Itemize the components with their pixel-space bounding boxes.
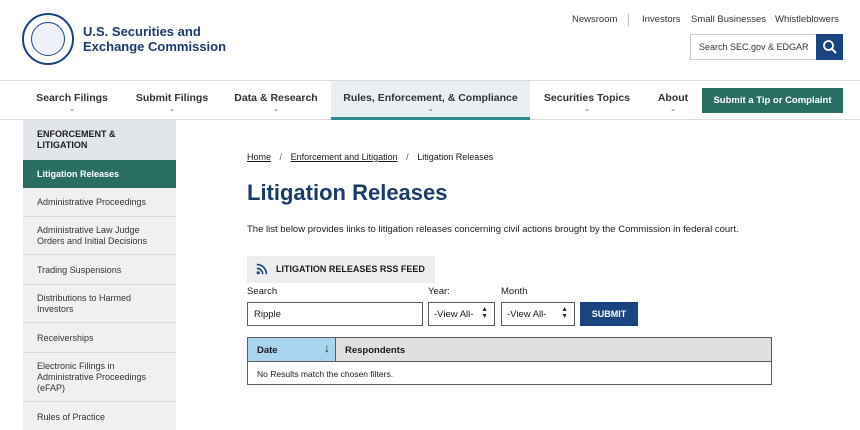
nav-label: Securities Topics <box>543 92 631 104</box>
nav-label: Rules, Enforcement, & Compliance <box>343 92 518 104</box>
utility-divider <box>628 14 629 26</box>
rss-feed-label: LITIGATION RELEASES RSS FEED <box>276 264 425 274</box>
empty-results-message: No Results match the chosen filters. <box>257 369 394 379</box>
sidebar-item-litigation-releases[interactable]: Litigation Releases <box>23 160 176 188</box>
search-input[interactable]: Ripple <box>247 302 423 326</box>
column-header-respondents[interactable]: Respondents <box>336 338 771 362</box>
column-header-date[interactable]: Date ↓ <box>248 338 336 362</box>
chevron-down-icon: ⌄ <box>427 106 434 113</box>
utility-link-newsroom[interactable]: Newsroom <box>572 14 617 25</box>
sidebar-item-label: Electronic Filings in <box>37 361 115 371</box>
nav-label: About <box>657 92 689 104</box>
sidebar-item-label-line3: (eFAP) <box>37 383 66 393</box>
month-select[interactable]: -View All- ▲ ▼ <box>501 302 575 326</box>
agency-name-line1: U.S. Securities and <box>83 24 201 39</box>
nav-search-filings[interactable]: Search Filings ⌄ <box>24 81 120 120</box>
chevron-down-icon: ⌄ <box>169 106 175 113</box>
sidebar-item-label: Administrative Law Judge <box>37 225 140 235</box>
sidebar-item-label: Administrative Proceedings <box>37 197 147 207</box>
utility-link-small-businesses[interactable]: Small Businesses <box>691 14 766 25</box>
nav-label: Search Filings <box>36 92 108 104</box>
sidebar-item-distributions[interactable]: Distributions to Harmed Investors <box>23 285 176 323</box>
year-label: Year: <box>428 286 450 297</box>
sidebar-item-label-line2: Administrative Proceedings <box>37 372 147 382</box>
chevron-down-icon: ⌄ <box>69 106 75 113</box>
submit-button[interactable]: SUBMIT <box>580 302 638 326</box>
sidebar-item-label: Litigation Releases <box>37 169 120 179</box>
site-search-button[interactable] <box>816 34 843 60</box>
year-select-value: -View All- <box>434 309 474 320</box>
intro-text: The list below provides links to litigat… <box>247 224 739 235</box>
sort-down-arrow-icon: ↓ <box>324 341 330 355</box>
nav-rules-enforcement-compliance[interactable]: Rules, Enforcement, & Compliance ⌄ <box>331 81 530 120</box>
chevron-down-icon: ⌄ <box>273 106 279 113</box>
nav-securities-topics[interactable]: Securities Topics ⌄ <box>534 81 640 120</box>
eagle-icon <box>31 22 65 56</box>
month-label: Month <box>501 286 528 297</box>
main-navigation: Search Filings ⌄ Submit Filings ⌄ Data &… <box>0 80 860 120</box>
sidebar-item-alj-orders[interactable]: Administrative Law Judge Orders and Init… <box>23 217 176 255</box>
sec-seal-logo[interactable] <box>22 13 74 65</box>
breadcrumb-parent-link[interactable]: Enforcement and Litigation <box>291 152 398 162</box>
year-select[interactable]: -View All- ▲ ▼ <box>428 302 495 326</box>
up-down-arrows-icon: ▲ ▼ <box>561 306 568 320</box>
nav-label: Submit Filings <box>135 92 209 104</box>
sidebar: ENFORCEMENT & LITIGATION Litigation Rele… <box>0 120 176 430</box>
chevron-down-icon: ⌄ <box>670 106 676 113</box>
breadcrumb-separator: / <box>406 152 409 162</box>
sidebar-item-trading-suspensions[interactable]: Trading Suspensions <box>23 255 176 285</box>
sidebar-item-label-line2: Orders and Initial Decisions <box>37 236 148 246</box>
nav-data-research[interactable]: Data & Research ⌄ <box>224 81 328 120</box>
breadcrumb-home-link[interactable]: Home <box>247 152 271 162</box>
sidebar-item-efap[interactable]: Electronic Filings in Administrative Pro… <box>23 353 176 402</box>
search-label: Search <box>247 286 278 297</box>
rss-icon <box>256 263 268 275</box>
up-down-arrows-icon: ▲ ▼ <box>481 306 488 320</box>
sidebar-item-label: Trading Suspensions <box>37 265 122 275</box>
breadcrumb-separator: / <box>279 152 283 162</box>
chevron-down-icon: ⌄ <box>584 106 590 113</box>
page-title: Litigation Releases <box>247 180 448 205</box>
column-header-label: Date <box>257 345 278 356</box>
breadcrumb: Home / Enforcement and Litigation / Liti… <box>247 152 493 162</box>
sidebar-heading[interactable]: ENFORCEMENT & LITIGATION <box>23 120 176 160</box>
submit-tip-button[interactable]: Submit a Tip or Complaint <box>702 88 843 113</box>
sidebar-heading-line2: LITIGATION <box>37 140 88 150</box>
nav-submit-filings[interactable]: Submit Filings ⌄ <box>124 81 220 120</box>
nav-about[interactable]: About ⌄ <box>648 81 698 120</box>
sidebar-item-label: Receiverships <box>37 333 94 343</box>
sidebar-heading-line1: ENFORCEMENT & <box>37 129 116 139</box>
utility-link-investors[interactable]: Investors <box>642 14 681 25</box>
breadcrumb-current: Litigation Releases <box>417 152 494 162</box>
rss-feed-link[interactable]: LITIGATION RELEASES RSS FEED <box>247 256 435 283</box>
utility-link-whistleblowers[interactable]: Whistleblowers <box>775 14 839 25</box>
sidebar-item-administrative-proceedings[interactable]: Administrative Proceedings <box>23 188 176 217</box>
month-select-value: -View All- <box>507 309 547 320</box>
search-icon <box>823 40 837 54</box>
sidebar-item-label: Distributions to Harmed <box>37 293 132 303</box>
results-table: Date ↓ Respondents No Results match the … <box>247 337 772 385</box>
sidebar-item-receiverships[interactable]: Receiverships <box>23 323 176 353</box>
sidebar-item-rules-of-practice[interactable]: Rules of Practice <box>23 402 176 430</box>
sidebar-item-label: Rules of Practice <box>37 412 106 422</box>
site-header: U.S. Securities and Exchange Commission … <box>0 0 860 80</box>
column-header-label: Respondents <box>345 345 406 356</box>
site-search-input[interactable]: Search SEC.gov & EDGAR <box>690 34 816 60</box>
nav-label: Data & Research <box>234 92 318 104</box>
agency-name[interactable]: U.S. Securities and Exchange Commission <box>83 24 243 54</box>
agency-name-line2: Exchange Commission <box>83 39 227 54</box>
sidebar-item-label-line2: Investors <box>37 304 74 314</box>
